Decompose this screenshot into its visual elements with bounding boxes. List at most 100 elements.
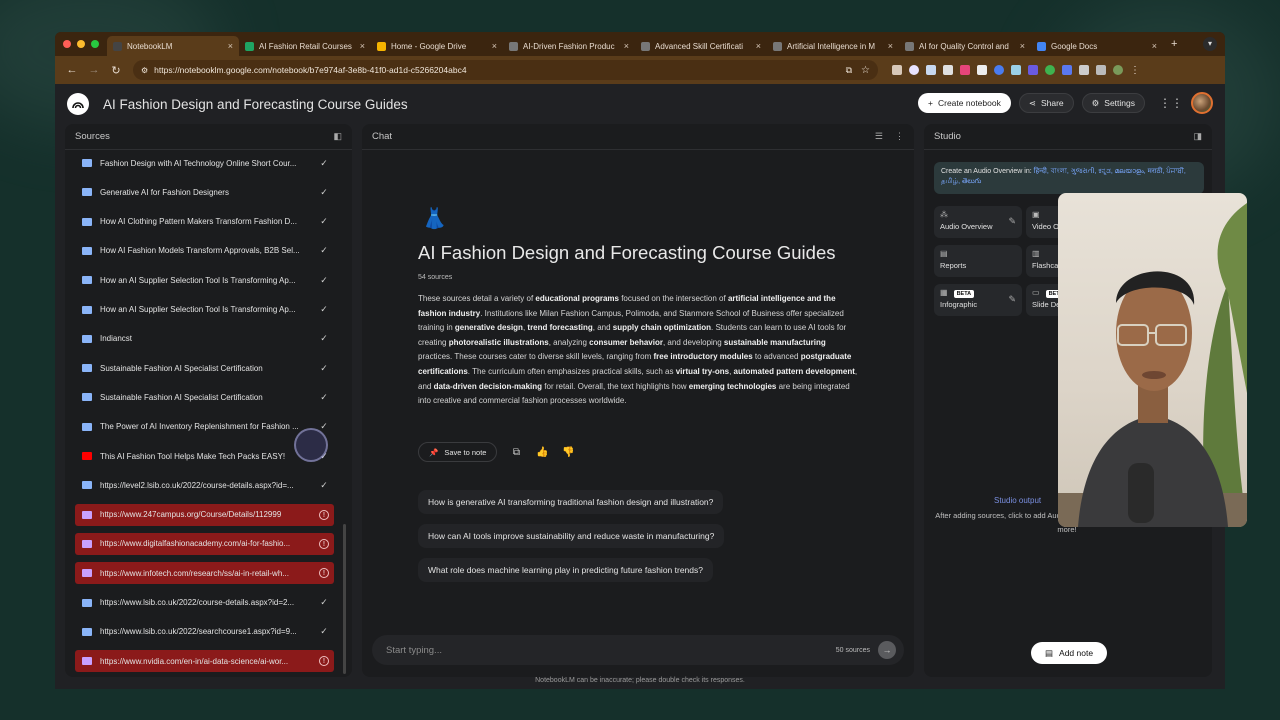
source-checkbox[interactable]: ✓ <box>314 187 334 198</box>
extension-icon[interactable] <box>994 65 1004 75</box>
source-checkbox[interactable]: ✓ <box>314 275 334 286</box>
new-tab-button[interactable]: + <box>1171 38 1177 50</box>
reload-icon[interactable]: ↻ <box>105 64 127 77</box>
copy-icon[interactable]: ⧉ <box>509 447 523 458</box>
chat-settings-icon[interactable]: ☰ <box>875 131 883 142</box>
tab-close-icon[interactable]: × <box>624 41 629 51</box>
browser-menu-icon[interactable]: ⋮ <box>1130 65 1140 76</box>
thumbs-down-icon[interactable]: 👎 <box>561 447 575 458</box>
extension-icon[interactable] <box>1028 65 1038 75</box>
extension-icon[interactable] <box>1011 65 1021 75</box>
share-button[interactable]: ⋖ Share <box>1018 93 1074 113</box>
collapse-panel-icon[interactable]: ◧ <box>333 131 342 142</box>
source-checkbox[interactable]: ✓ <box>314 216 334 227</box>
close-window-button[interactable] <box>63 40 71 48</box>
source-item[interactable]: https://level2.lsib.co.uk/2022/course-de… <box>75 474 334 496</box>
forward-icon[interactable]: → <box>83 64 105 76</box>
minimize-window-button[interactable] <box>77 40 85 48</box>
source-checkbox[interactable]: ✓ <box>314 392 334 403</box>
source-checkbox[interactable]: ✓ <box>314 597 334 608</box>
tab-close-icon[interactable]: × <box>756 41 761 51</box>
browser-tab[interactable]: AI for Quality Control and × <box>899 36 1031 56</box>
tab-close-icon[interactable]: × <box>1152 41 1157 51</box>
suggested-question[interactable]: How is generative AI transforming tradit… <box>418 490 724 514</box>
source-item[interactable]: Sustainable Fashion AI Specialist Certif… <box>75 386 334 408</box>
more-options-icon[interactable]: ⋮ <box>895 131 904 142</box>
tab-close-icon[interactable]: × <box>228 41 233 51</box>
studio-card[interactable]: ▦ BETA Infographic ✎ <box>934 284 1022 316</box>
tab-close-icon[interactable]: × <box>1020 41 1025 51</box>
source-item[interactable]: How an AI Supplier Selection Tool Is Tra… <box>75 299 334 321</box>
source-item[interactable]: https://www.digitalfashionacademy.com/ai… <box>75 532 334 555</box>
pen-extension-icon[interactable] <box>892 65 902 75</box>
save-to-note-button[interactable]: 📌 Save to note <box>418 442 498 462</box>
source-item[interactable]: Sustainable Fashion AI Specialist Certif… <box>75 357 334 379</box>
browser-tab[interactable]: Google Docs × <box>1031 36 1163 56</box>
source-list-scrollbar[interactable] <box>343 524 346 674</box>
source-item[interactable]: https://www.nvidia.com/en-in/ai-data-sci… <box>75 650 334 673</box>
settings-button[interactable]: ⚙ Settings <box>1081 93 1145 113</box>
audio-overview-language-banner[interactable]: Create an Audio Overview in: हिन्दी, বাং… <box>934 162 1204 194</box>
error-info-icon[interactable]: ! <box>319 568 329 579</box>
source-checkbox[interactable]: ✓ <box>314 480 334 491</box>
source-item[interactable]: How AI Clothing Pattern Makers Transform… <box>75 211 334 233</box>
notebooklm-logo[interactable] <box>67 93 89 115</box>
page-title[interactable]: AI Fashion Design and Forecasting Course… <box>103 97 408 112</box>
source-checkbox[interactable]: ✓ <box>314 363 334 374</box>
bookmark-star-icon[interactable]: ☆ <box>861 65 870 76</box>
collapse-panel-icon[interactable]: ◨ <box>1193 131 1202 142</box>
site-info-icon[interactable]: ⚙ <box>141 66 148 75</box>
source-item[interactable]: Fashion Design with AI Technology Online… <box>75 152 334 174</box>
tab-close-icon[interactable]: × <box>360 41 365 51</box>
studio-card[interactable]: ▤ Reports <box>934 245 1022 277</box>
maximize-window-button[interactable] <box>91 40 99 48</box>
add-note-button[interactable]: ▤ Add note <box>1031 642 1108 664</box>
error-info-icon[interactable]: ! <box>319 656 329 667</box>
thumbs-up-icon[interactable]: 👍 <box>535 447 549 458</box>
extension-icon[interactable] <box>926 65 936 75</box>
browser-tab[interactable]: AI-Driven Fashion Produc × <box>503 36 635 56</box>
source-checkbox[interactable]: ✓ <box>314 304 334 315</box>
error-info-icon[interactable]: ! <box>319 538 329 549</box>
source-item[interactable]: https://www.infotech.com/research/ss/ai-… <box>75 562 334 585</box>
error-info-icon[interactable]: ! <box>319 509 329 520</box>
source-checkbox[interactable]: ✓ <box>314 158 334 169</box>
create-notebook-button[interactable]: + Create notebook <box>918 93 1011 113</box>
source-item[interactable]: Generative AI for Fashion Designers ✓ <box>75 181 334 203</box>
extension-icon[interactable] <box>943 65 953 75</box>
back-icon[interactable]: ← <box>61 64 83 76</box>
source-item[interactable]: How AI Fashion Models Transform Approval… <box>75 240 334 262</box>
source-item[interactable]: Indiancst ✓ <box>75 328 334 350</box>
browser-tab[interactable]: Artificial Intelligence in M × <box>767 36 899 56</box>
url-bar[interactable]: ⚙ https://notebooklm.google.com/notebook… <box>133 60 878 80</box>
profile-icon[interactable] <box>1113 65 1123 75</box>
apps-grid-icon[interactable]: ⋮⋮ <box>1159 96 1183 110</box>
extensions-puzzle-icon[interactable] <box>1079 65 1089 75</box>
studio-card[interactable]: ⁂ Audio Overview ✎ <box>934 206 1022 238</box>
install-app-icon[interactable]: ⧉ <box>846 65 852 76</box>
tab-close-icon[interactable]: × <box>492 41 497 51</box>
source-item[interactable]: https://www.lsib.co.uk/2022/course-detai… <box>75 592 334 614</box>
extension-icon[interactable] <box>960 65 970 75</box>
source-item[interactable]: https://www.247campus.org/Course/Details… <box>75 503 334 526</box>
send-button[interactable]: → <box>878 641 896 659</box>
source-item[interactable]: https://www.lsib.co.uk/2022/searchcourse… <box>75 621 334 643</box>
source-item[interactable]: The Power of AI Inventory Replenishment … <box>75 416 334 438</box>
tab-search-icon[interactable]: ▾ <box>1203 37 1217 51</box>
browser-tab[interactable]: AI Fashion Retail Courses × <box>239 36 371 56</box>
extension-icon[interactable] <box>977 65 987 75</box>
extension-icon[interactable] <box>1062 65 1072 75</box>
chat-input[interactable] <box>386 644 836 656</box>
source-item[interactable]: How an AI Supplier Selection Tool Is Tra… <box>75 269 334 291</box>
edit-pencil-icon[interactable]: ✎ <box>1008 216 1016 227</box>
source-checkbox[interactable]: ✓ <box>314 626 334 637</box>
source-checkbox[interactable]: ✓ <box>314 245 334 256</box>
extension-icon[interactable] <box>909 65 919 75</box>
browser-tab[interactable]: Home - Google Drive × <box>371 36 503 56</box>
edit-pencil-icon[interactable]: ✎ <box>1008 294 1016 305</box>
suggested-question[interactable]: What role does machine learning play in … <box>418 558 713 582</box>
browser-tab[interactable]: NotebookLM × <box>107 36 239 56</box>
browser-tab[interactable]: Advanced Skill Certificati × <box>635 36 767 56</box>
avatar[interactable] <box>1191 92 1213 114</box>
suggested-question[interactable]: How can AI tools improve sustainability … <box>418 524 725 548</box>
